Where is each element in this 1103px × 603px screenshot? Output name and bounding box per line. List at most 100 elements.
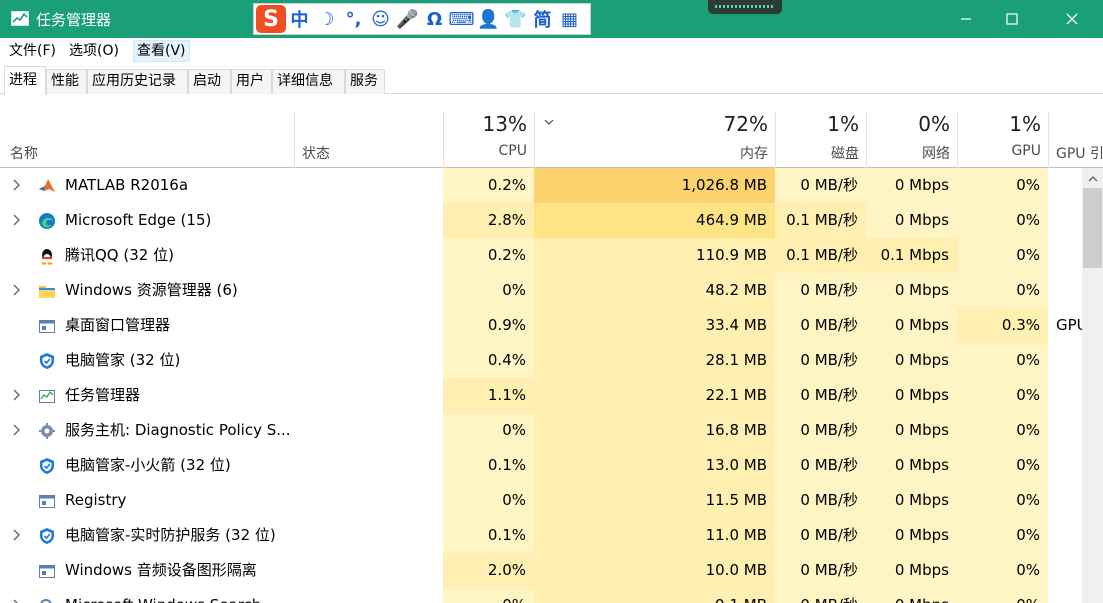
network-cell: 0 Mbps (866, 168, 957, 203)
column-disk-header[interactable]: 磁盘 (775, 143, 859, 163)
process-name-cell[interactable]: Microsoft Windows Search (0, 588, 294, 603)
close-button[interactable] (1049, 0, 1095, 38)
process-name: 服务主机: Diagnostic Policy S... (65, 421, 291, 439)
ime-user-icon[interactable]: 👤 (475, 5, 502, 33)
maximize-button[interactable] (989, 0, 1035, 38)
cpu-cell: 2.0% (443, 553, 534, 588)
ime-punctuation-icon[interactable]: °, (340, 5, 367, 33)
task-manager-icon (39, 390, 55, 403)
menu-file[interactable]: 文件(F) (6, 40, 59, 62)
process-name-cell[interactable]: 桌面窗口管理器 (0, 308, 294, 343)
process-name-cell[interactable]: Windows 音频设备图形隔离 (0, 553, 294, 588)
title-bar[interactable]: 任务管理器 S 中 ☽ °, ☺ 🎤 Ω ⌨ 👤 👕 简 ▦ (0, 0, 1103, 38)
tab-details[interactable]: 详细信息 (272, 69, 345, 94)
matlab-icon (39, 179, 55, 192)
process-name-cell[interactable]: 服务主机: Diagnostic Policy S... (0, 413, 294, 448)
gpu-total-percent[interactable]: 1% (957, 112, 1041, 136)
network-cell: 0 Mbps (866, 413, 957, 448)
memory-total-percent[interactable]: 72% (534, 112, 768, 136)
chevron-right-icon[interactable] (11, 177, 23, 193)
process-name-cell[interactable]: 电脑管家-小火箭 (32 位) (0, 448, 294, 483)
gpu-cell: 0% (957, 588, 1048, 603)
ime-skin-icon[interactable]: 👕 (502, 5, 529, 33)
process-row[interactable]: 任务管理器 1.1% 22.1 MB 0 MB/秒 0 Mbps 0% (0, 378, 1082, 413)
menu-bar: 文件(F) 选项(O) 查看(V) (0, 38, 1103, 63)
process-row[interactable]: Registry 0% 11.5 MB 0 MB/秒 0 Mbps 0% (0, 483, 1082, 518)
memory-cell: 9.1 MB (534, 588, 775, 603)
process-list[interactable]: MATLAB R2016a 0.2% 1,026.8 MB 0 MB/秒 0 M… (0, 168, 1082, 603)
column-separator[interactable] (294, 112, 295, 168)
ime-simplified-toggle[interactable]: 简 (529, 5, 556, 33)
chevron-right-icon[interactable] (11, 212, 23, 228)
process-row[interactable]: Microsoft Edge (15) 2.8% 464.9 MB 0.1 MB… (0, 203, 1082, 238)
memory-cell: 16.8 MB (534, 413, 775, 448)
tab-performance[interactable]: 性能 (46, 69, 87, 94)
ime-toolbar[interactable]: S 中 ☽ °, ☺ 🎤 Ω ⌨ 👤 👕 简 ▦ (253, 3, 591, 35)
menu-view[interactable]: 查看(V) (133, 40, 190, 62)
column-cpu-header[interactable]: CPU (443, 143, 527, 159)
process-row[interactable]: 电脑管家 (32 位) 0.4% 28.1 MB 0 MB/秒 0 Mbps 0… (0, 343, 1082, 378)
chevron-right-icon[interactable] (11, 387, 23, 403)
ime-chinese-mode[interactable]: 中 (286, 5, 313, 33)
chevron-right-icon[interactable] (11, 527, 23, 543)
process-name-cell[interactable]: 任务管理器 (0, 378, 294, 413)
process-row[interactable]: Microsoft Windows Search 0% 9.1 MB 0 MB/… (0, 588, 1082, 603)
scroll-up-button[interactable] (1082, 168, 1103, 188)
ime-toolbox-icon[interactable]: ▦ (556, 5, 583, 33)
floating-widget[interactable] (708, 0, 782, 14)
gpu-engine-cell: GPU (1056, 316, 1082, 334)
cpu-total-percent[interactable]: 13% (443, 112, 527, 136)
process-name-cell[interactable]: Windows 资源管理器 (6) (0, 273, 294, 308)
disk-cell: 0 MB/秒 (775, 343, 866, 378)
process-name-cell[interactable]: MATLAB R2016a (0, 168, 294, 203)
disk-cell: 0 MB/秒 (775, 308, 866, 343)
process-row[interactable]: 电脑管家-小火箭 (32 位) 0.1% 13.0 MB 0 MB/秒 0 Mb… (0, 448, 1082, 483)
process-row[interactable]: MATLAB R2016a 0.2% 1,026.8 MB 0 MB/秒 0 M… (0, 168, 1082, 203)
column-memory-header[interactable]: 内存 (534, 143, 768, 163)
column-gpu-engine-header[interactable]: GPU 引 (1056, 143, 1103, 163)
process-name: Microsoft Edge (15) (65, 211, 212, 229)
process-name-cell[interactable]: 电脑管家 (32 位) (0, 343, 294, 378)
tab-services[interactable]: 服务 (345, 69, 385, 94)
sogou-logo-icon[interactable]: S (256, 5, 286, 33)
disk-cell: 0 MB/秒 (775, 448, 866, 483)
process-row[interactable]: Windows 音频设备图形隔离 2.0% 10.0 MB 0 MB/秒 0 M… (0, 553, 1082, 588)
process-name-cell[interactable]: 电脑管家-实时防护服务 (32 位) (0, 518, 294, 553)
process-name: Windows 音频设备图形隔离 (65, 561, 257, 579)
column-gpu-header[interactable]: GPU (957, 143, 1041, 159)
network-cell: 0 Mbps (866, 378, 957, 413)
menu-options[interactable]: 选项(O) (66, 40, 122, 62)
tab-startup[interactable]: 启动 (188, 69, 231, 94)
ime-keyboard-icon[interactable]: ⌨ (448, 5, 475, 33)
column-network-header[interactable]: 网络 (866, 143, 950, 163)
tab-users[interactable]: 用户 (231, 69, 272, 94)
network-total-percent[interactable]: 0% (866, 112, 950, 136)
vertical-scrollbar[interactable] (1082, 168, 1103, 603)
tab-processes[interactable]: 进程 (4, 66, 46, 95)
column-status-header[interactable]: 状态 (302, 143, 330, 163)
disk-cell: 0 MB/秒 (775, 553, 866, 588)
column-separator[interactable] (1048, 112, 1049, 168)
process-row[interactable]: 电脑管家-实时防护服务 (32 位) 0.1% 11.0 MB 0 MB/秒 0… (0, 518, 1082, 553)
scrollbar-thumb[interactable] (1083, 188, 1102, 268)
process-name-cell[interactable]: Registry (0, 483, 294, 518)
process-row[interactable]: 腾讯QQ (32 位) 0.2% 110.9 MB 0.1 MB/秒 0.1 M… (0, 238, 1082, 273)
network-cell: 0 Mbps (866, 553, 957, 588)
ime-emoji-icon[interactable]: ☺ (367, 5, 394, 33)
column-name-header[interactable]: 名称 (10, 143, 38, 163)
process-row[interactable]: Windows 资源管理器 (6) 0% 48.2 MB 0 MB/秒 0 Mb… (0, 273, 1082, 308)
disk-total-percent[interactable]: 1% (775, 112, 859, 136)
tab-app-history[interactable]: 应用历史记录 (87, 69, 188, 94)
chevron-right-icon[interactable] (11, 422, 23, 438)
chevron-right-icon[interactable] (11, 597, 23, 603)
minimize-button[interactable] (943, 0, 989, 38)
process-name-cell[interactable]: 腾讯QQ (32 位) (0, 238, 294, 273)
ime-moon-icon[interactable]: ☽ (313, 5, 340, 33)
process-row[interactable]: 服务主机: Diagnostic Policy S... 0% 16.8 MB … (0, 413, 1082, 448)
process-name-cell[interactable]: Microsoft Edge (15) (0, 203, 294, 238)
chevron-right-icon[interactable] (11, 282, 23, 298)
ime-symbol-icon[interactable]: Ω (421, 5, 448, 33)
ime-microphone-icon[interactable]: 🎤 (394, 5, 421, 33)
process-row[interactable]: 桌面窗口管理器 0.9% 33.4 MB 0 MB/秒 0 Mbps 0.3% … (0, 308, 1082, 343)
disk-cell: 0 MB/秒 (775, 588, 866, 603)
